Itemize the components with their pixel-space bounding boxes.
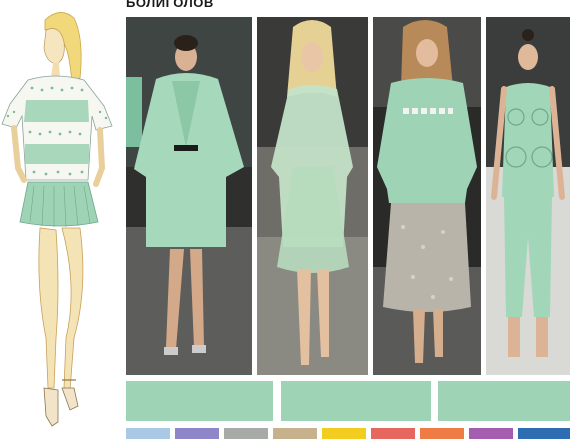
runway-photo-sheer-dress xyxy=(257,17,368,375)
accent-swatch-tan xyxy=(273,428,317,439)
photo-sheer-dress-image xyxy=(257,17,368,375)
accent-swatch-purple xyxy=(469,428,513,439)
runway-photo-sweatshirt xyxy=(373,17,481,375)
photo-sweatshirt-image xyxy=(373,17,481,375)
runway-photo-circle-top xyxy=(486,17,570,375)
accent-swatch-yellow xyxy=(322,428,366,439)
accent-swatch-coral xyxy=(371,428,415,439)
photo-circle-top-image xyxy=(486,17,570,375)
accent-swatch-lavender xyxy=(175,428,219,439)
mint-swatch-large-3 xyxy=(438,381,570,421)
page-title: БОЛИГОЛОВ xyxy=(126,0,214,10)
accent-swatch-light-blue xyxy=(126,428,170,439)
fashion-sketch-illustration xyxy=(0,8,120,439)
accent-swatch-gray xyxy=(224,428,268,439)
photo-coat-image xyxy=(126,17,252,375)
accent-swatch-orange xyxy=(420,428,464,439)
sketch-drawing xyxy=(1,12,113,427)
runway-photo-coat xyxy=(126,17,252,375)
accent-swatch-blue xyxy=(518,428,570,439)
mint-swatch-large-1 xyxy=(126,381,273,421)
mint-swatch-large-2 xyxy=(281,381,431,421)
